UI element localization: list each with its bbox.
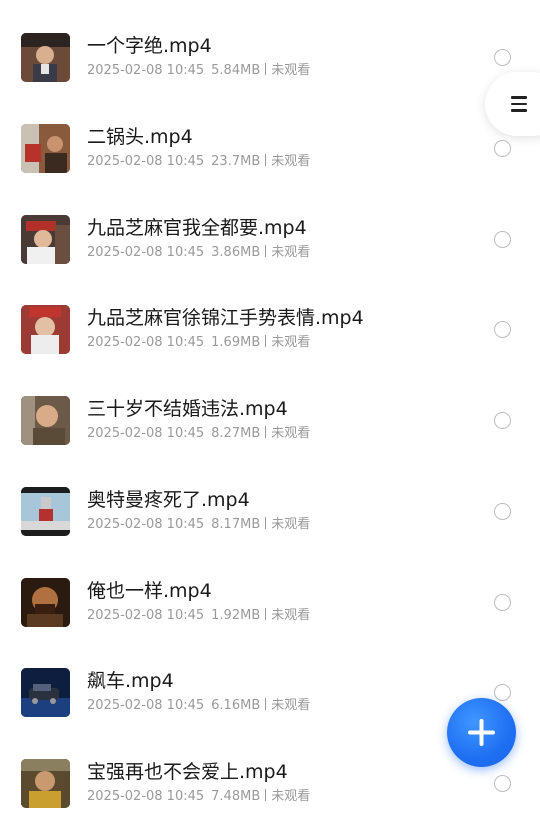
radio-circle-icon[interactable] [494, 140, 511, 157]
radio-circle-icon[interactable] [494, 775, 511, 792]
list-item[interactable]: 三十岁不结婚违法.mp4 2025-02-08 10:45 8.27MB 未观看 [0, 396, 540, 486]
video-title: 宝强再也不会爱上.mp4 [87, 761, 288, 783]
video-thumbnail [21, 124, 70, 173]
radio-circle-icon[interactable] [494, 231, 511, 248]
watch-status: 未观看 [271, 517, 311, 532]
list-item[interactable]: 二锅头.mp4 2025-02-08 10:45 23.7MB 未观看 [0, 124, 540, 214]
video-date: 2025-02-08 10:45 [87, 154, 205, 169]
video-date: 2025-02-08 10:45 [87, 517, 205, 532]
video-meta: 2025-02-08 10:45 6.16MB 未观看 [87, 698, 310, 714]
video-size: 1.92MB [211, 608, 261, 623]
video-title: 飙车.mp4 [87, 670, 174, 692]
list-item[interactable]: 俺也一样.mp4 2025-02-08 10:45 1.92MB 未观看 [0, 578, 540, 668]
menu-button[interactable] [485, 72, 540, 136]
watch-status: 未观看 [271, 698, 311, 713]
video-meta: 2025-02-08 10:45 5.84MB 未观看 [87, 63, 310, 79]
radio-circle-icon[interactable] [494, 412, 511, 429]
video-size: 8.17MB [211, 517, 261, 532]
video-size: 6.16MB [211, 698, 261, 713]
video-meta: 2025-02-08 10:45 1.69MB 未观看 [87, 335, 310, 351]
video-size: 1.69MB [211, 335, 261, 350]
video-date: 2025-02-08 10:45 [87, 608, 205, 623]
video-list-screen: 一个字绝.mp4 2025-02-08 10:45 5.84MB 未观看 二锅头.m… [0, 0, 540, 828]
video-title: 三十岁不结婚违法.mp4 [87, 398, 288, 420]
video-title: 九品芝麻官徐锦江手势表情.mp4 [87, 307, 364, 329]
video-thumbnail [21, 668, 70, 717]
watch-status: 未观看 [271, 335, 311, 350]
video-size: 5.84MB [211, 63, 261, 78]
video-date: 2025-02-08 10:45 [87, 698, 205, 713]
video-thumbnail [21, 578, 70, 627]
video-date: 2025-02-08 10:45 [87, 245, 205, 260]
video-title: 奥特曼疼死了.mp4 [87, 489, 250, 511]
video-thumbnail [21, 396, 70, 445]
video-title: 二锅头.mp4 [87, 126, 193, 148]
video-thumbnail [21, 215, 70, 264]
video-date: 2025-02-08 10:45 [87, 789, 205, 804]
list-item[interactable]: 一个字绝.mp4 2025-02-08 10:45 5.84MB 未观看 [0, 33, 540, 123]
video-title: 俺也一样.mp4 [87, 580, 212, 602]
video-thumbnail [21, 33, 70, 82]
video-size: 3.86MB [211, 245, 261, 260]
radio-circle-icon[interactable] [494, 49, 511, 66]
list-item[interactable]: 九品芝麻官徐锦江手势表情.mp4 2025-02-08 10:45 1.69MB 未… [0, 305, 540, 395]
video-meta: 2025-02-08 10:45 8.27MB 未观看 [87, 426, 310, 442]
video-meta: 2025-02-08 10:45 1.92MB 未观看 [87, 608, 310, 624]
video-thumbnail [21, 487, 70, 536]
watch-status: 未观看 [271, 608, 311, 623]
video-thumbnail [21, 759, 70, 808]
video-size: 8.27MB [211, 426, 261, 441]
video-date: 2025-02-08 10:45 [87, 63, 205, 78]
watch-status: 未观看 [271, 426, 311, 441]
video-thumbnail [21, 305, 70, 354]
video-meta: 2025-02-08 10:45 3.86MB 未观看 [87, 245, 310, 261]
watch-status: 未观看 [271, 154, 311, 169]
watch-status: 未观看 [271, 63, 311, 78]
video-meta: 2025-02-08 10:45 7.48MB 未观看 [87, 789, 310, 805]
plus-icon [468, 719, 495, 746]
list-item[interactable]: 奥特曼疼死了.mp4 2025-02-08 10:45 8.17MB 未观看 [0, 487, 540, 577]
video-date: 2025-02-08 10:45 [87, 335, 205, 350]
add-button[interactable] [447, 698, 516, 767]
radio-circle-icon[interactable] [494, 503, 511, 520]
radio-circle-icon[interactable] [494, 594, 511, 611]
watch-status: 未观看 [271, 245, 311, 260]
menu-icon [511, 96, 527, 112]
video-date: 2025-02-08 10:45 [87, 426, 205, 441]
video-meta: 2025-02-08 10:45 23.7MB 未观看 [87, 154, 310, 170]
watch-status: 未观看 [271, 789, 311, 804]
video-size: 7.48MB [211, 789, 261, 804]
list-item[interactable]: 九品芝麻官我全都要.mp4 2025-02-08 10:45 3.86MB 未观看 [0, 215, 540, 305]
list-item[interactable]: 宝强再也不会爱上.mp4 2025-02-08 10:45 7.48MB 未观看 [0, 759, 540, 828]
video-meta: 2025-02-08 10:45 8.17MB 未观看 [87, 517, 310, 533]
radio-circle-icon[interactable] [494, 321, 511, 338]
video-title: 一个字绝.mp4 [87, 35, 212, 57]
radio-circle-icon[interactable] [494, 684, 511, 701]
video-title: 九品芝麻官我全都要.mp4 [87, 217, 307, 239]
video-size: 23.7MB [211, 154, 261, 169]
